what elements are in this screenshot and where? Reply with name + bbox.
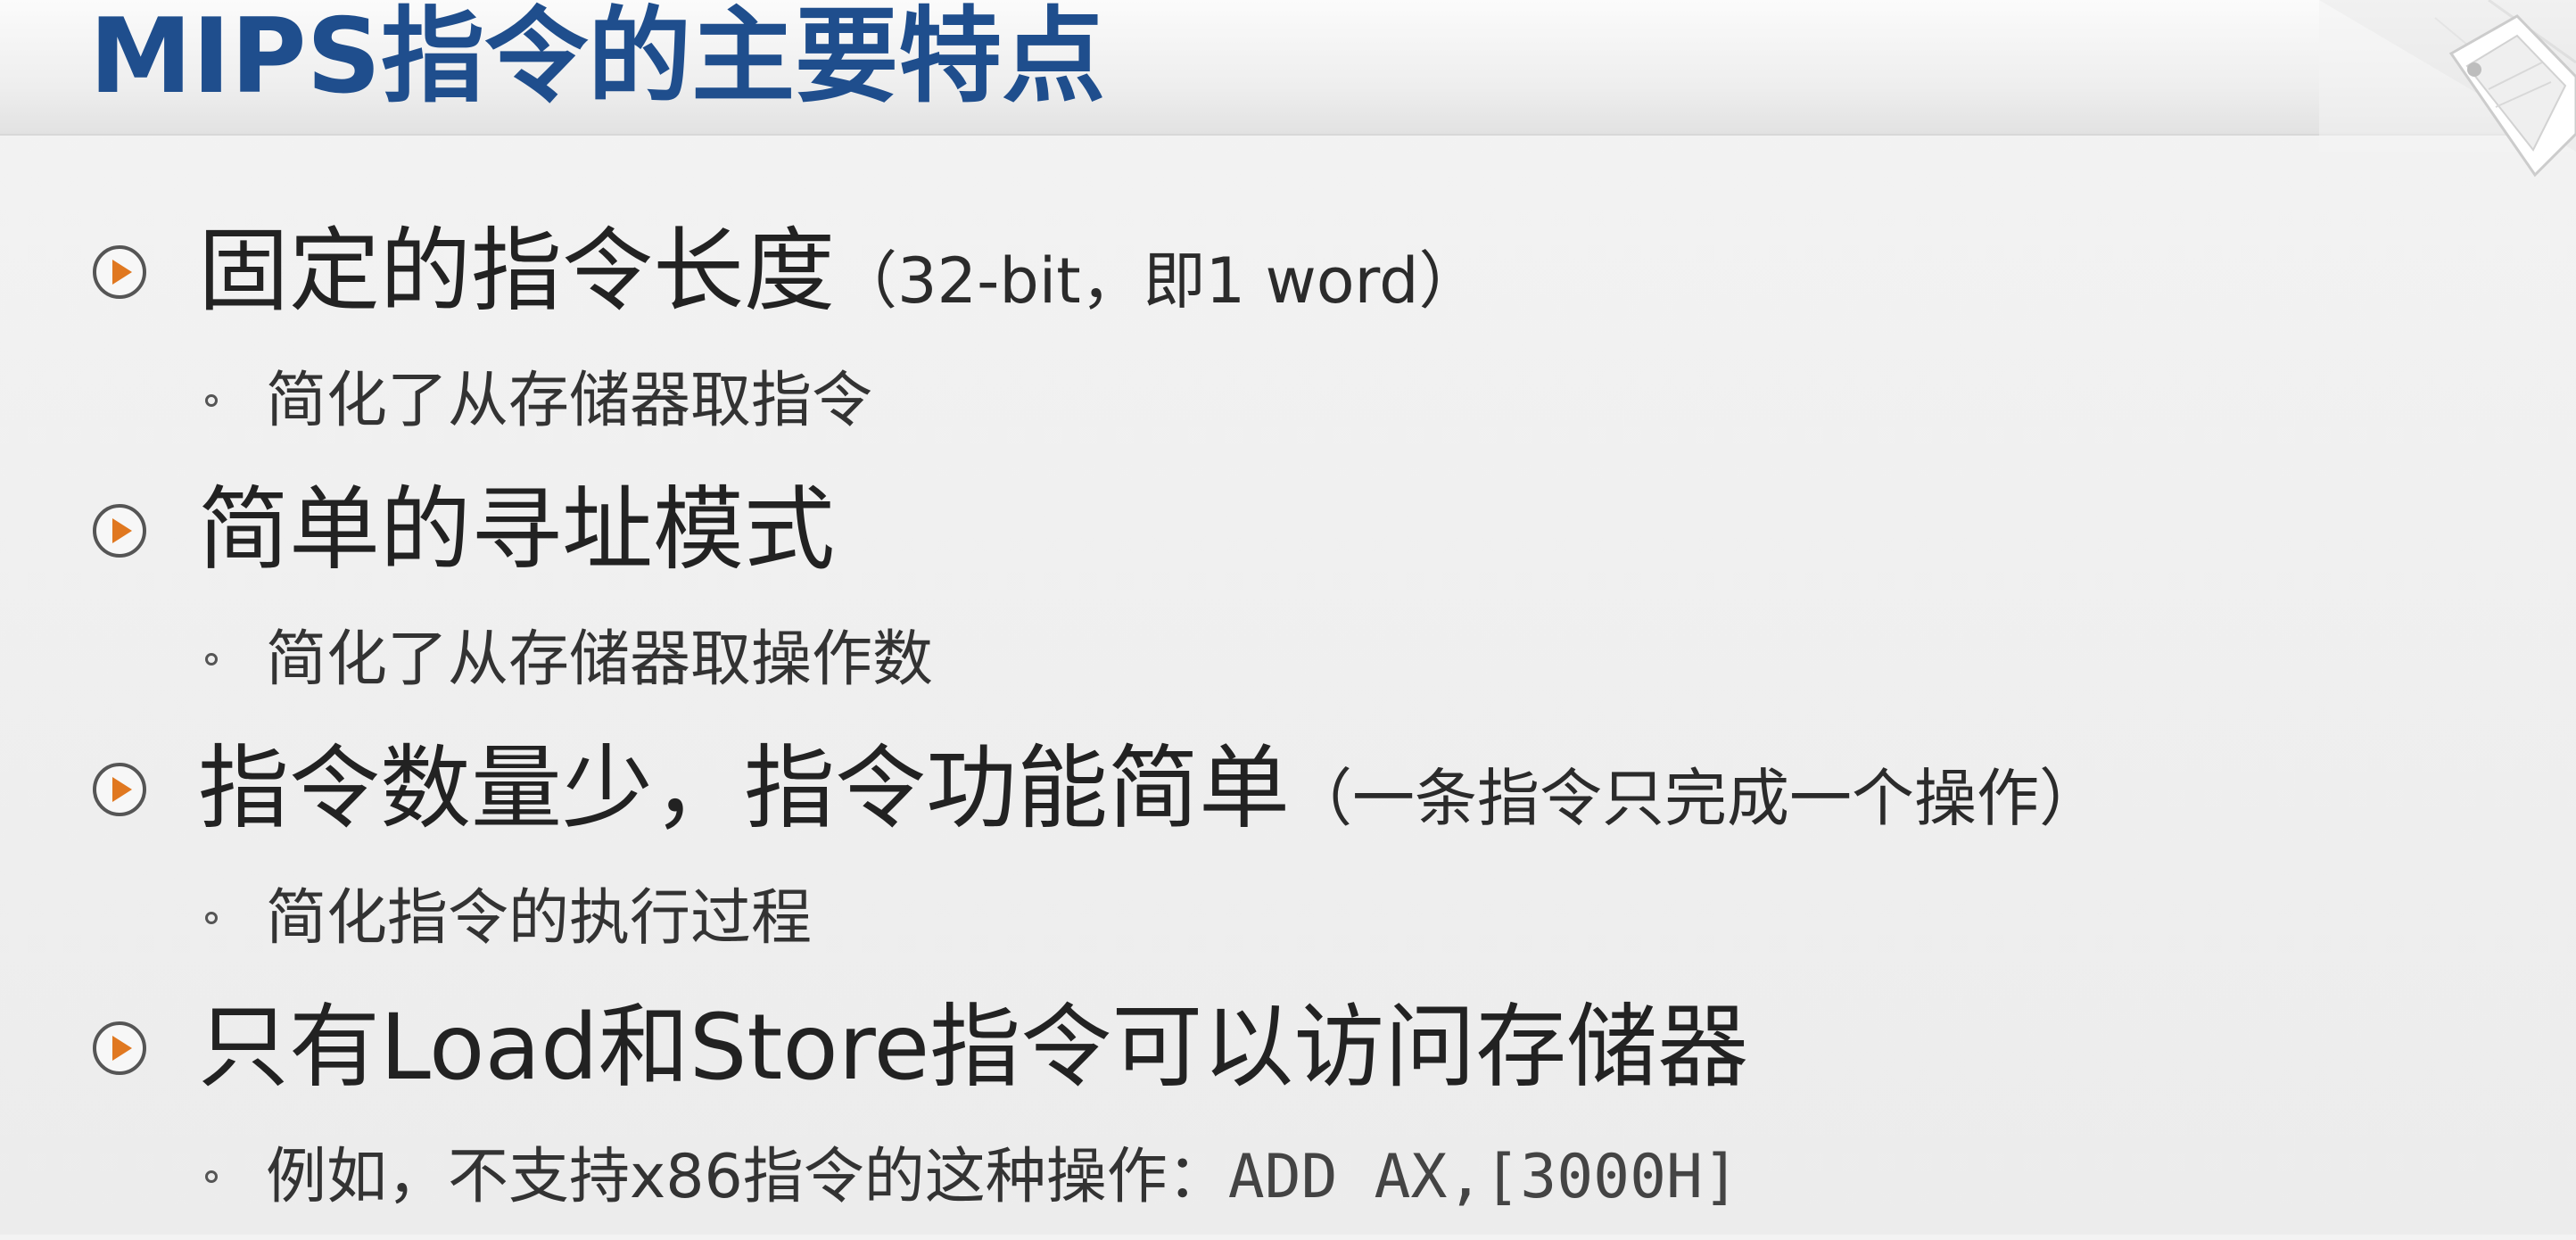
play-circle-icon bbox=[93, 245, 146, 299]
bullet-note: （32-bit，即1 word） bbox=[835, 244, 1482, 318]
title-band: MIPS指令的主要特点 bbox=[0, 0, 2576, 136]
play-circle-icon bbox=[93, 1021, 146, 1075]
bullet-heading: 只有Load和Store指令可以访问存储器 bbox=[198, 995, 1749, 1101]
sub-text-label: 例如，不支持x86指令的这种操作： bbox=[266, 1142, 1228, 1212]
sub-text-2: 简化了从存储器取操作数 bbox=[266, 624, 934, 695]
sub-item-2: 简化了从存储器取操作数 bbox=[89, 598, 2498, 723]
play-circle-icon bbox=[93, 504, 146, 558]
bullet-heading: 指令数量少，指令功能简单 bbox=[198, 736, 1290, 842]
sub-text-4: 例如，不支持x86指令的这种操作：ADD AX,[3000H] bbox=[266, 1147, 1739, 1208]
bullet-list: 固定的指令长度（32-bit，即1 word） 简化了从存储器取指令 简单的寻址… bbox=[89, 205, 2498, 1240]
play-circle-icon bbox=[93, 763, 146, 816]
bullet-heading: 固定的指令长度 bbox=[198, 219, 835, 325]
bullet-text-2: 简单的寻址模式 bbox=[198, 485, 835, 576]
sub-bullet-dot bbox=[205, 653, 218, 665]
bullet-item-2: 简单的寻址模式 bbox=[89, 464, 2498, 598]
bullet-item-3: 指令数量少，指令功能简单（一条指令只完成一个操作） bbox=[89, 723, 2498, 856]
slide-title: MIPS指令的主要特点 bbox=[89, 0, 1106, 117]
corner-decoration bbox=[2319, 0, 2576, 178]
bullet-text-3: 指令数量少，指令功能简单（一条指令只完成一个操作） bbox=[198, 744, 2101, 835]
code-snippet: ADD AX,[3000H] bbox=[1227, 1142, 1739, 1212]
bullet-item-4: 只有Load和Store指令可以访问存储器 bbox=[89, 981, 2498, 1115]
sub-item-3: 简化指令的执行过程 bbox=[89, 856, 2498, 981]
bullet-heading: 简单的寻址模式 bbox=[198, 477, 835, 583]
sub-bullet-dot bbox=[205, 912, 218, 924]
bullet-text-4: 只有Load和Store指令可以访问存储器 bbox=[198, 1003, 1748, 1094]
sub-item-1: 简化了从存储器取指令 bbox=[89, 339, 2498, 464]
sub-bullet-dot bbox=[205, 394, 218, 407]
sub-text-1: 简化了从存储器取指令 bbox=[266, 366, 873, 436]
bullet-text-1: 固定的指令长度（32-bit，即1 word） bbox=[198, 227, 1482, 318]
bullet-item-1: 固定的指令长度（32-bit，即1 word） bbox=[89, 205, 2498, 339]
sub-bullet-dot bbox=[205, 1170, 218, 1183]
bullet-note: （一条指令只完成一个操作） bbox=[1290, 762, 2101, 835]
sub-text-3: 简化指令的执行过程 bbox=[266, 883, 813, 954]
sub-item-4: 例如，不支持x86指令的这种操作：ADD AX,[3000H] bbox=[89, 1115, 2498, 1240]
